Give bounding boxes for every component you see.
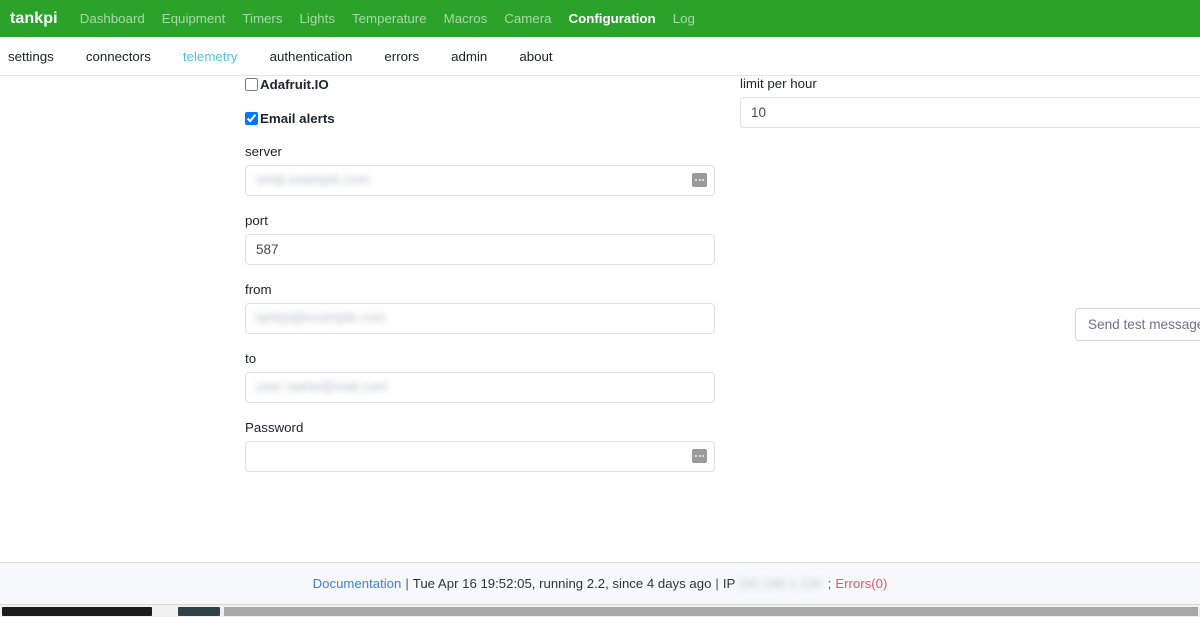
limit-per-hour-input[interactable] — [740, 97, 1200, 128]
config-subnav: settings connectors telemetry authentica… — [0, 37, 1200, 76]
nav-item-log[interactable]: Log — [673, 11, 695, 26]
footer-ip-redacted: 192.168.1.100 — [737, 576, 822, 591]
tab-admin[interactable]: admin — [451, 49, 487, 64]
limit-per-hour-field-wrap — [740, 97, 1200, 128]
from-label: from — [245, 282, 272, 297]
to-field-wrap: user name@mail.com — [245, 372, 715, 403]
errors-link[interactable]: Errors(0) — [835, 576, 887, 591]
adafruit-label: Adafruit.IO — [260, 77, 329, 92]
port-field-wrap — [245, 234, 715, 265]
send-test-message-button[interactable]: Send test message — [1075, 308, 1200, 341]
email-alerts-checkbox[interactable] — [245, 112, 258, 125]
nav-item-lights[interactable]: Lights — [300, 11, 335, 26]
email-alerts-checkbox-row[interactable]: Email alerts — [245, 110, 715, 127]
tab-connectors[interactable]: connectors — [86, 49, 151, 64]
from-input[interactable] — [245, 303, 715, 334]
autofill-key-icon[interactable] — [692, 173, 707, 187]
footer-ip-label: IP — [722, 576, 736, 591]
password-input[interactable] — [245, 441, 715, 472]
password-label: Password — [245, 420, 304, 435]
footer-status-text: Tue Apr 16 19:52:05, running 2.2, since … — [412, 576, 712, 591]
port-label: port — [245, 213, 268, 228]
status-footer: Documentation | Tue Apr 16 19:52:05, run… — [0, 562, 1200, 604]
nav-item-dashboard[interactable]: Dashboard — [80, 11, 145, 26]
documentation-link[interactable]: Documentation — [313, 576, 402, 591]
nav-item-timers[interactable]: Timers — [242, 11, 282, 26]
footer-separator-2: | — [715, 576, 719, 591]
limit-per-hour-label: limit per hour — [740, 76, 817, 91]
telemetry-form: Adafruit.IO Email alerts server smtp.exa… — [0, 76, 1200, 617]
tab-authentication[interactable]: authentication — [270, 49, 353, 64]
scrollbar-thumb-secondary[interactable] — [178, 607, 220, 616]
footer-separator-3: ; — [827, 576, 832, 591]
adafruit-checkbox-row[interactable]: Adafruit.IO — [245, 76, 715, 93]
server-label: server — [245, 144, 282, 159]
password-field-wrap — [245, 441, 715, 472]
from-field-wrap: tankpi@example.com — [245, 303, 715, 334]
nav-item-temperature[interactable]: Temperature — [352, 11, 427, 26]
top-navbar: tankpi Dashboard Equipment Timers Lights… — [0, 0, 1200, 37]
left-column: Adafruit.IO Email alerts server smtp.exa… — [245, 76, 715, 489]
email-alerts-label: Email alerts — [260, 111, 335, 126]
nav-item-macros[interactable]: Macros — [444, 11, 488, 26]
to-input[interactable] — [245, 372, 715, 403]
server-input[interactable] — [245, 165, 715, 196]
nav-item-camera[interactable]: Camera — [504, 11, 551, 26]
port-input[interactable] — [245, 234, 715, 265]
tab-about[interactable]: about — [519, 49, 552, 64]
app-brand[interactable]: tankpi — [10, 10, 58, 28]
tab-settings[interactable]: settings — [8, 49, 54, 64]
footer-separator-1: | — [405, 576, 409, 591]
nav-item-configuration[interactable]: Configuration — [569, 11, 656, 26]
nav-item-equipment[interactable]: Equipment — [162, 11, 226, 26]
scrollbar-thumb[interactable] — [2, 607, 152, 616]
tab-errors[interactable]: errors — [384, 49, 419, 64]
autofill-key-icon-password[interactable] — [692, 449, 707, 463]
server-field-wrap: smtp.example.com — [245, 165, 715, 196]
right-column: limit per hour — [740, 76, 1200, 145]
tab-telemetry[interactable]: telemetry — [183, 49, 238, 64]
adafruit-checkbox[interactable] — [245, 78, 258, 91]
scrollbar-track-rest[interactable] — [224, 607, 1198, 616]
to-label: to — [245, 351, 257, 366]
horizontal-scrollbar[interactable] — [0, 604, 1200, 617]
